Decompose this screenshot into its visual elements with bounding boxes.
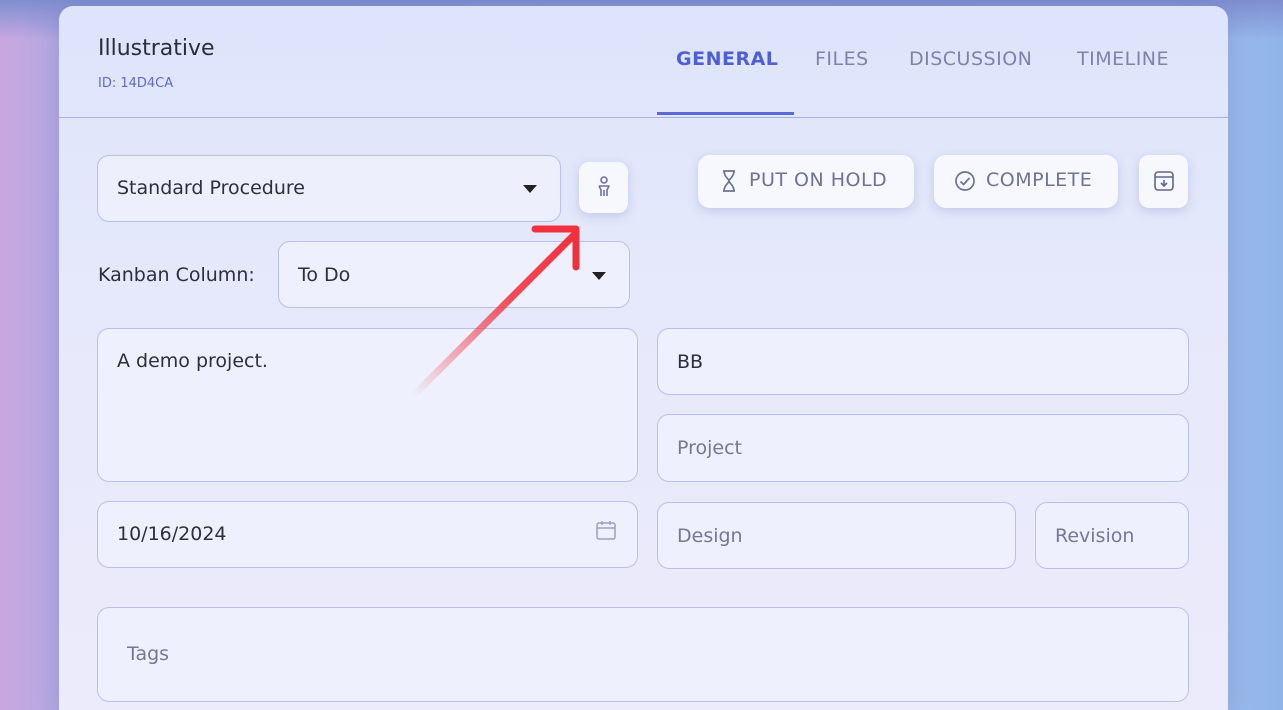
panel-header: Illustrative ID: 14D4CA GENERAL FILES DI…: [59, 6, 1228, 118]
put-on-hold-label: PUT ON HOLD: [749, 169, 888, 191]
type-field[interactable]: Project: [657, 414, 1189, 482]
tags-field[interactable]: Tags: [97, 607, 1189, 702]
tab-files[interactable]: FILES: [815, 48, 869, 70]
check-circle-icon: [955, 171, 975, 191]
owner-field[interactable]: BB: [657, 328, 1189, 395]
active-tab-indicator: [657, 112, 794, 115]
archive-download-icon: [1154, 171, 1174, 191]
owner-value: BB: [677, 351, 704, 373]
complete-label: COMPLETE: [986, 169, 1093, 191]
project-id: ID: 14D4CA: [98, 76, 174, 91]
tab-timeline[interactable]: TIMELINE: [1077, 48, 1169, 70]
kanban-column-label: Kanban Column:: [98, 264, 255, 286]
complete-button[interactable]: COMPLETE: [934, 155, 1118, 208]
annotation-arrow: [410, 225, 580, 399]
phase-placeholder: Design: [677, 525, 743, 547]
calendar-icon[interactable]: [595, 519, 617, 541]
type-placeholder: Project: [677, 437, 743, 459]
tab-discussion[interactable]: DISCUSSION: [909, 48, 1032, 70]
chevron-down-icon: [523, 185, 537, 193]
tab-general[interactable]: GENERAL: [676, 48, 778, 70]
description-value: A demo project.: [117, 350, 268, 372]
kanban-column-value: To Do: [298, 264, 351, 286]
archive-button[interactable]: [1139, 155, 1188, 208]
procedure-select[interactable]: Standard Procedure: [97, 155, 561, 222]
procedure-select-value: Standard Procedure: [117, 177, 305, 199]
assign-person-button[interactable]: [579, 162, 628, 213]
tags-placeholder: Tags: [127, 643, 170, 665]
revision-field[interactable]: Revision: [1035, 502, 1189, 569]
hourglass-icon: [723, 170, 735, 192]
revision-placeholder: Revision: [1055, 525, 1135, 547]
project-panel: Illustrative ID: 14D4CA GENERAL FILES DI…: [59, 6, 1228, 710]
project-title: Illustrative: [98, 36, 215, 61]
put-on-hold-button[interactable]: PUT ON HOLD: [698, 155, 914, 208]
phase-field[interactable]: Design: [657, 502, 1016, 569]
person-icon: [598, 176, 610, 196]
date-field[interactable]: 10/16/2024: [97, 501, 638, 568]
date-value: 10/16/2024: [117, 523, 227, 545]
